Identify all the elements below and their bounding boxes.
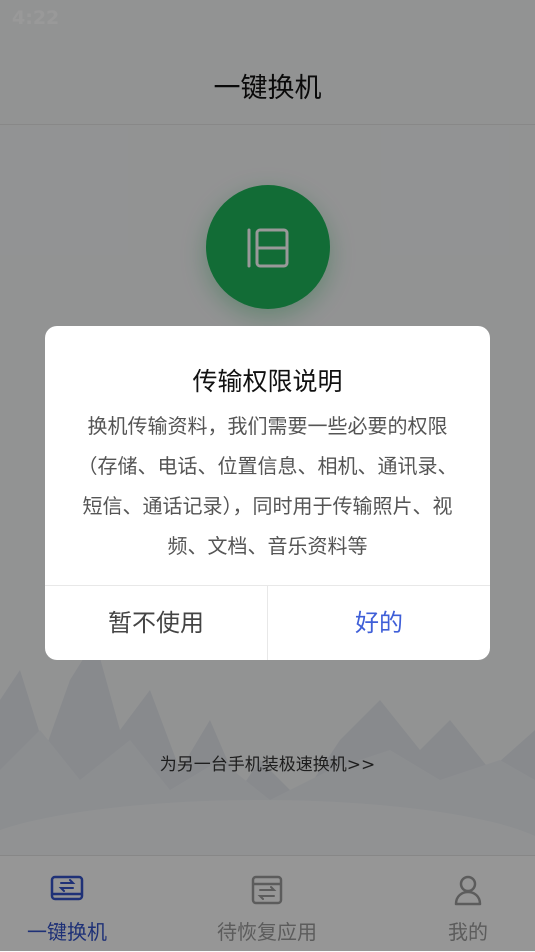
ok-button[interactable]: 好的: [268, 586, 490, 660]
dialog-title: 传输权限说明: [192, 367, 343, 396]
decline-button[interactable]: 暂不使用: [45, 586, 267, 660]
dialog-actions: 暂不使用 好的: [45, 585, 490, 660]
permission-dialog: 传输权限说明 换机传输资料，我们需要一些必要的权限（存储、电话、位置信息、相机、…: [45, 326, 490, 660]
dialog-message: 换机传输资料，我们需要一些必要的权限（存储、电话、位置信息、相机、通讯录、短信、…: [77, 414, 458, 558]
